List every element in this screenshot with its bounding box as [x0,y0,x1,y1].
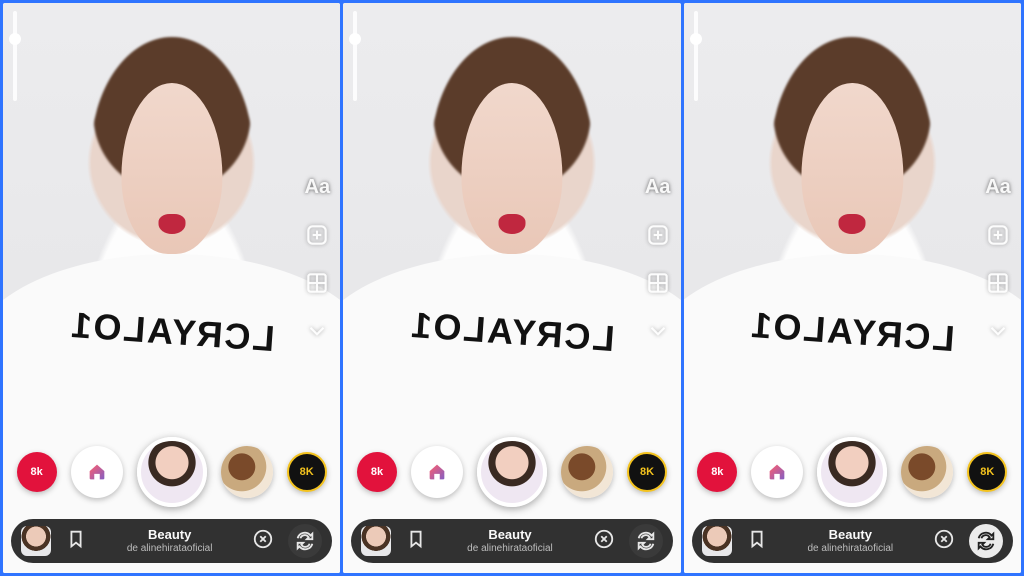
triptych-container: LCRYALO1 Aa 8k 8K [0,0,1024,576]
filter-chip-next[interactable] [901,446,953,498]
edit-tools-column: Aa [645,174,671,344]
filter-carousel[interactable]: 8k 8K [684,433,1021,511]
chip-label: 8k [371,466,383,478]
bookmark-icon[interactable] [746,528,768,555]
story-camera-pane: LCRYALO1 Aa 8k 8K Beauty de alinehiratao… [343,3,680,573]
story-camera-pane: LCRYALO1 Aa 8k 8K [3,3,340,573]
edit-tools-column: Aa [985,174,1011,344]
filter-meta[interactable]: Beauty de alinehirataoficial [441,528,578,554]
filter-intensity-slider[interactable] [694,11,698,101]
chip-label: 8k [711,466,723,478]
capture-button-selected-filter[interactable] [137,437,207,507]
filter-chip-next[interactable] [221,446,273,498]
filter-meta[interactable]: Beauty de alinehirataoficial [101,528,238,554]
camera-flip-icon[interactable] [629,524,663,558]
home-icon [766,461,788,483]
layout-icon[interactable] [985,270,1011,296]
text-icon[interactable]: Aa [304,174,330,200]
home-icon [426,461,448,483]
capture-button-selected-filter[interactable] [817,437,887,507]
layout-icon[interactable] [645,270,671,296]
chip-label: 8K [300,466,314,478]
filter-chip-8k-red[interactable]: 8k [697,452,737,492]
filter-chip-home[interactable] [751,446,803,498]
close-icon[interactable] [593,528,615,555]
edit-tools-column: Aa [304,174,330,344]
filter-chip-8k-red[interactable]: 8k [17,452,57,492]
filter-chip-8k-gold[interactable]: 8K [627,452,667,492]
chip-label: 8K [640,466,654,478]
filter-name: Beauty [488,528,531,543]
filter-info-bar: Beauty de alinehirataoficial [11,519,332,563]
chip-label: 8k [31,466,43,478]
filter-author: de alinehirataoficial [808,543,894,555]
filter-name: Beauty [829,528,872,543]
filter-intensity-slider[interactable] [353,11,357,101]
capture-button-selected-filter[interactable] [477,437,547,507]
sticker-icon[interactable] [645,222,671,248]
filter-carousel[interactable]: 8k 8K [343,433,680,511]
camera-flip-icon[interactable] [969,524,1003,558]
filter-chip-home[interactable] [71,446,123,498]
filter-info-bar: Beauty de alinehirataoficial [692,519,1013,563]
chevron-down-icon[interactable] [304,318,330,344]
story-camera-pane: LCRYALO1 Aa 8k 8K Beauty de alinehiratao… [684,3,1021,573]
filter-carousel[interactable]: 8k 8K [3,433,340,511]
text-icon[interactable]: Aa [645,174,671,200]
bookmark-icon[interactable] [65,528,87,555]
chip-label: 8K [980,466,994,478]
sticker-icon[interactable] [304,222,330,248]
text-icon[interactable]: Aa [985,174,1011,200]
home-icon [86,461,108,483]
filter-author: de alinehirataoficial [467,543,553,555]
filter-author: de alinehirataoficial [127,543,213,555]
filter-meta[interactable]: Beauty de alinehirataoficial [782,528,919,554]
filter-chip-next[interactable] [561,446,613,498]
chevron-down-icon[interactable] [645,318,671,344]
filter-chip-8k-gold[interactable]: 8K [967,452,1007,492]
layout-icon[interactable] [304,270,330,296]
subject-lips [498,214,525,234]
subject-lips [839,214,866,234]
filter-author-avatar[interactable] [21,526,51,556]
filter-info-bar: Beauty de alinehirataoficial [351,519,672,563]
filter-name: Beauty [148,528,191,543]
close-icon[interactable] [933,528,955,555]
filter-chip-8k-gold[interactable]: 8K [287,452,327,492]
chevron-down-icon[interactable] [985,318,1011,344]
bookmark-icon[interactable] [405,528,427,555]
sticker-icon[interactable] [985,222,1011,248]
filter-author-avatar[interactable] [361,526,391,556]
subject-lips [158,214,185,234]
camera-flip-icon[interactable] [288,524,322,558]
filter-chip-8k-red[interactable]: 8k [357,452,397,492]
filter-chip-home[interactable] [411,446,463,498]
filter-author-avatar[interactable] [702,526,732,556]
close-icon[interactable] [252,528,274,555]
filter-intensity-slider[interactable] [13,11,17,101]
